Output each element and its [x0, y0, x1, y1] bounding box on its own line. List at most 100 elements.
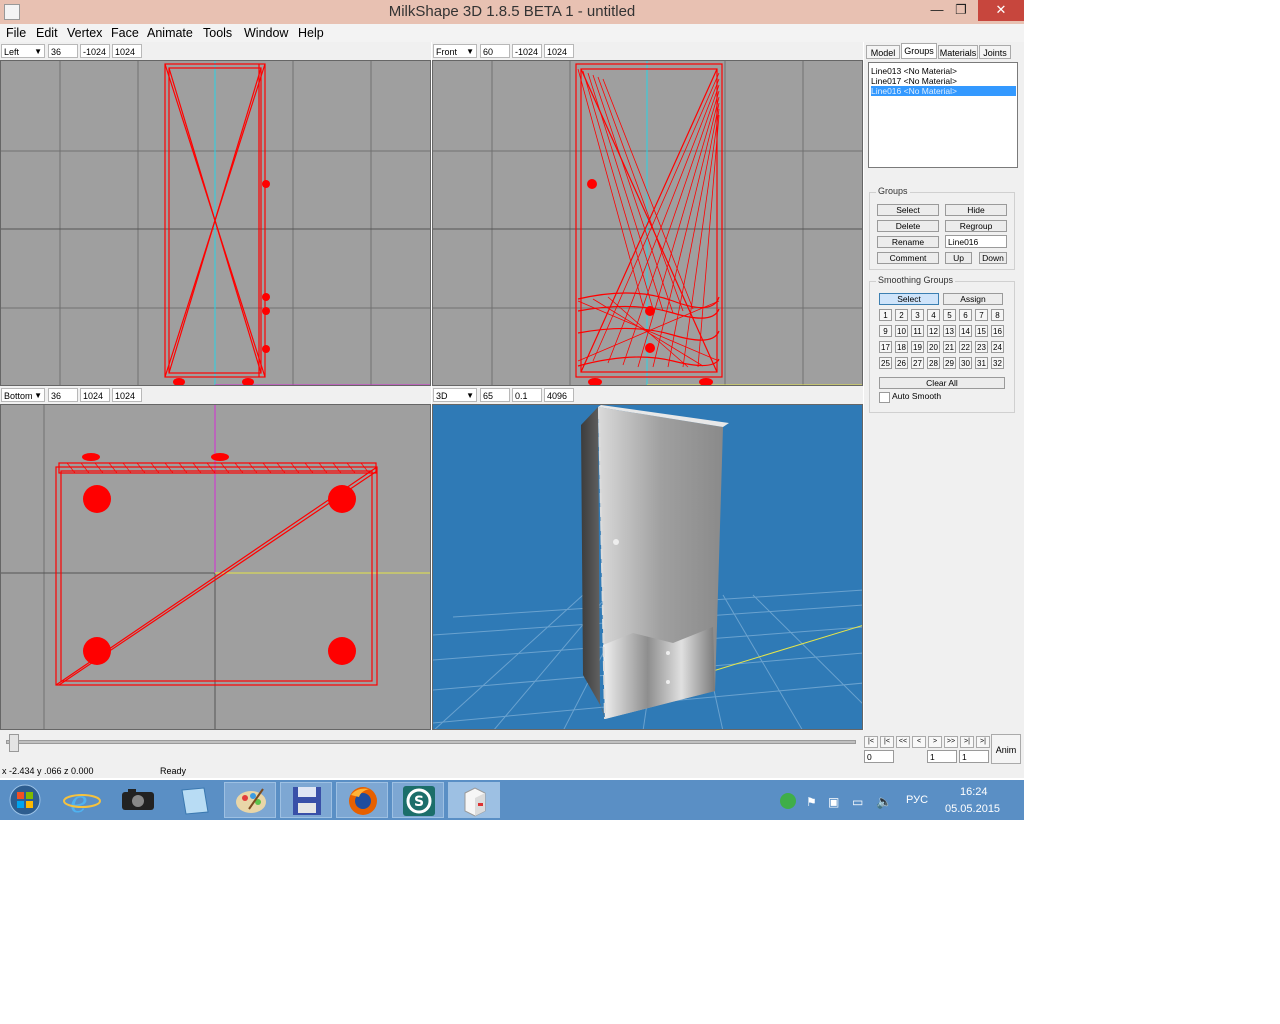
- view-select[interactable]: Bottom ▼: [1, 388, 45, 402]
- smoothing-assign-button[interactable]: Assign: [943, 293, 1003, 305]
- camera-icon[interactable]: [112, 782, 164, 818]
- frame-start-field[interactable]: 0: [864, 750, 894, 763]
- select-group-button[interactable]: Select: [877, 204, 939, 216]
- near-field[interactable]: -1024: [512, 44, 542, 58]
- smoothing-group-21[interactable]: 21: [943, 341, 956, 353]
- smoothing-group-5[interactable]: 5: [943, 309, 956, 321]
- smoothing-group-11[interactable]: 11: [911, 325, 924, 337]
- last-frame-button[interactable]: >|: [976, 736, 990, 748]
- list-item[interactable]: Line017 <No Material>: [871, 76, 1016, 86]
- frame-end-field[interactable]: 1: [959, 750, 989, 763]
- smoothing-group-24[interactable]: 24: [991, 341, 1004, 353]
- smoothing-group-29[interactable]: 29: [943, 357, 956, 369]
- list-item-selected[interactable]: Line016 <No Material>: [871, 86, 1016, 96]
- menu-edit[interactable]: Edit: [36, 26, 58, 40]
- rewind-button[interactable]: <<: [896, 736, 910, 748]
- maximize-button[interactable]: ❐: [944, 0, 978, 21]
- 3dsmax-icon[interactable]: S: [392, 782, 444, 818]
- smoothing-group-7[interactable]: 7: [975, 309, 988, 321]
- regroup-button[interactable]: Regroup: [945, 220, 1007, 232]
- smoothing-group-22[interactable]: 22: [959, 341, 972, 353]
- fov-field[interactable]: 36: [48, 44, 78, 58]
- smoothing-group-9[interactable]: 9: [879, 325, 892, 337]
- far-field[interactable]: 4096: [544, 388, 574, 402]
- network-status-icon[interactable]: [780, 793, 796, 809]
- first-frame-button[interactable]: |<: [864, 736, 878, 748]
- smoothing-group-17[interactable]: 17: [879, 341, 892, 353]
- clock-date[interactable]: 05.05.2015: [945, 803, 1000, 815]
- delete-group-button[interactable]: Delete: [877, 220, 939, 232]
- smoothing-group-4[interactable]: 4: [927, 309, 940, 321]
- smoothing-group-31[interactable]: 31: [975, 357, 988, 369]
- tab-joints[interactable]: Joints: [979, 45, 1011, 59]
- smoothing-group-10[interactable]: 10: [895, 325, 908, 337]
- front-viewport[interactable]: [432, 60, 863, 386]
- list-item[interactable]: Line013 <No Material>: [871, 66, 1016, 76]
- view-select[interactable]: Front ▼: [433, 44, 477, 58]
- smoothing-select-button[interactable]: Select: [879, 293, 939, 305]
- perspective-viewport[interactable]: [432, 404, 863, 730]
- near-field[interactable]: 1024: [80, 388, 110, 402]
- timeline-slider-handle[interactable]: [9, 734, 19, 752]
- speaker-icon[interactable]: 🔈: [876, 794, 892, 810]
- next-key-button[interactable]: >|: [960, 736, 974, 748]
- smoothing-group-19[interactable]: 19: [911, 341, 924, 353]
- near-field[interactable]: -1024: [80, 44, 110, 58]
- ie-icon[interactable]: e: [56, 782, 108, 820]
- smoothing-group-16[interactable]: 16: [991, 325, 1004, 337]
- anim-toggle-button[interactable]: Anim: [991, 734, 1021, 764]
- menu-vertex[interactable]: Vertex: [67, 26, 102, 40]
- smoothing-group-28[interactable]: 28: [927, 357, 940, 369]
- view-select[interactable]: Left ▼: [1, 44, 45, 58]
- forward-button[interactable]: >>: [944, 736, 958, 748]
- prev-frame-button[interactable]: <: [912, 736, 926, 748]
- fov-field[interactable]: 60: [480, 44, 510, 58]
- auto-smooth-checkbox[interactable]: [879, 392, 890, 403]
- language-indicator[interactable]: РУС: [906, 794, 928, 806]
- rename-group-button[interactable]: Rename: [877, 236, 939, 248]
- firefox-icon[interactable]: [336, 782, 388, 818]
- menu-face[interactable]: Face: [111, 26, 139, 40]
- smoothing-group-8[interactable]: 8: [991, 309, 1004, 321]
- near-field[interactable]: 0.1: [512, 388, 542, 402]
- notepad-icon[interactable]: [168, 782, 220, 818]
- clear-all-button[interactable]: Clear All: [879, 377, 1005, 389]
- smoothing-group-2[interactable]: 2: [895, 309, 908, 321]
- menu-help[interactable]: Help: [298, 26, 324, 40]
- group-name-input[interactable]: Line016: [945, 235, 1007, 248]
- timeline-track[interactable]: [6, 740, 856, 744]
- smoothing-group-30[interactable]: 30: [959, 357, 972, 369]
- smoothing-group-13[interactable]: 13: [943, 325, 956, 337]
- view-select[interactable]: 3D ▼: [433, 388, 477, 402]
- menu-window[interactable]: Window: [244, 26, 288, 40]
- hide-group-button[interactable]: Hide: [945, 204, 1007, 216]
- groups-list[interactable]: Line013 <No Material> Line017 <No Materi…: [868, 62, 1018, 168]
- far-field[interactable]: 1024: [544, 44, 574, 58]
- smoothing-group-25[interactable]: 25: [879, 357, 892, 369]
- milkshape-icon[interactable]: [448, 782, 500, 818]
- smoothing-group-26[interactable]: 26: [895, 357, 908, 369]
- smoothing-group-15[interactable]: 15: [975, 325, 988, 337]
- menu-file[interactable]: File: [6, 26, 26, 40]
- tab-model[interactable]: Model: [866, 45, 900, 59]
- tab-materials[interactable]: Materials: [938, 45, 978, 59]
- clock-time[interactable]: 16:24: [960, 786, 988, 798]
- smoothing-group-27[interactable]: 27: [911, 357, 924, 369]
- menu-tools[interactable]: Tools: [203, 26, 232, 40]
- paint-icon[interactable]: [224, 782, 276, 818]
- comment-button[interactable]: Comment: [877, 252, 939, 264]
- move-up-button[interactable]: Up: [945, 252, 972, 264]
- fov-field[interactable]: 36: [48, 388, 78, 402]
- save-disk-icon[interactable]: [280, 782, 332, 818]
- far-field[interactable]: 1024: [112, 44, 142, 58]
- bottom-viewport[interactable]: [0, 404, 431, 730]
- prev-key-button[interactable]: |<: [880, 736, 894, 748]
- action-center-icon[interactable]: ▣: [828, 795, 839, 809]
- move-down-button[interactable]: Down: [979, 252, 1007, 264]
- left-viewport[interactable]: [0, 60, 431, 386]
- smoothing-group-14[interactable]: 14: [959, 325, 972, 337]
- smoothing-group-18[interactable]: 18: [895, 341, 908, 353]
- flag-icon[interactable]: ⚑: [806, 795, 817, 809]
- smoothing-group-3[interactable]: 3: [911, 309, 924, 321]
- smoothing-group-32[interactable]: 32: [991, 357, 1004, 369]
